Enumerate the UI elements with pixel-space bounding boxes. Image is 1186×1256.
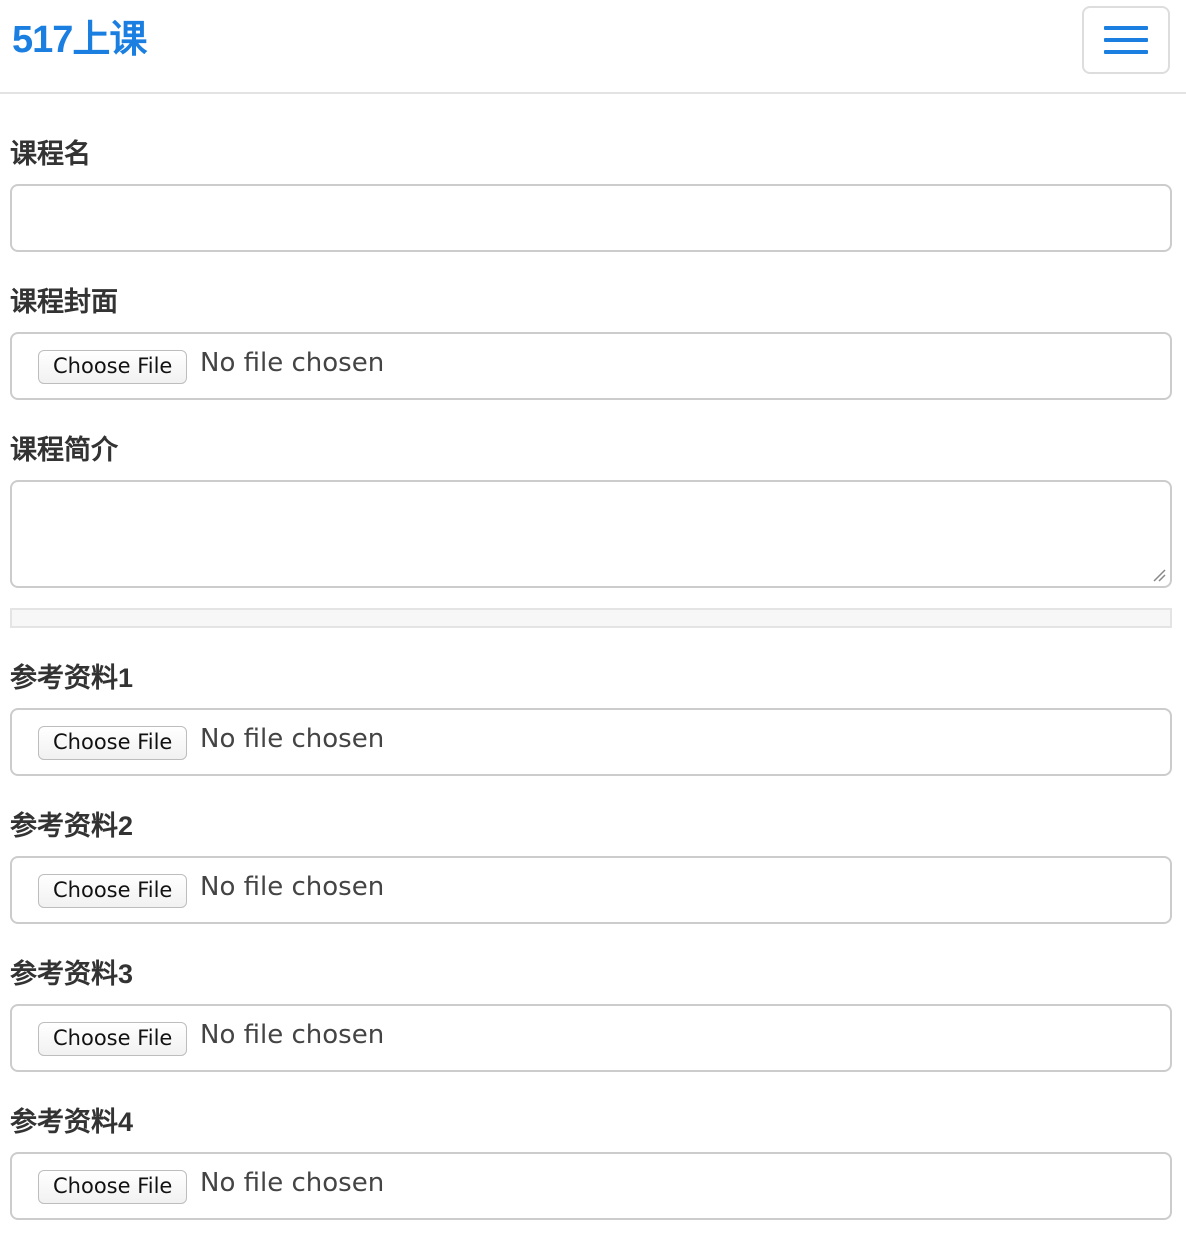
- reference-4-file-status: No file chosen: [200, 1168, 385, 1198]
- resize-grip-icon[interactable]: [1152, 568, 1166, 582]
- reference-3-choose-file-button[interactable]: Choose File: [38, 1022, 188, 1056]
- menu-toggle-button[interactable]: [1082, 6, 1170, 74]
- course-name-label: 课程名: [10, 139, 91, 169]
- reference-3-label: 参考资料3: [10, 959, 134, 989]
- reference-1-label: 参考资料1: [10, 663, 134, 693]
- course-cover-file-input[interactable]: Choose File No file chosen: [10, 332, 1172, 400]
- reference-2-file-status: No file chosen: [200, 872, 385, 902]
- upload-progress-bar: [10, 608, 1172, 628]
- course-cover-file-status: No file chosen: [200, 348, 385, 378]
- brand-logo[interactable]: 517上课: [12, 14, 147, 66]
- course-intro-textarea[interactable]: [10, 480, 1172, 588]
- course-cover-choose-file-button[interactable]: Choose File: [38, 350, 188, 384]
- reference-4-choose-file-button[interactable]: Choose File: [38, 1170, 188, 1204]
- reference-4-file-input[interactable]: Choose File No file chosen: [10, 1152, 1172, 1220]
- navbar: 517上课: [0, 0, 1186, 94]
- reference-2-choose-file-button[interactable]: Choose File: [38, 874, 188, 908]
- reference-3-file-status: No file chosen: [200, 1020, 385, 1050]
- reference-1-choose-file-button[interactable]: Choose File: [38, 726, 188, 760]
- reference-2-file-input[interactable]: Choose File No file chosen: [10, 856, 1172, 924]
- reference-3-file-input[interactable]: Choose File No file chosen: [10, 1004, 1172, 1072]
- hamburger-menu-icon: [1104, 26, 1148, 54]
- reference-1-file-status: No file chosen: [200, 724, 385, 754]
- course-name-input[interactable]: [10, 184, 1172, 252]
- course-intro-label: 课程简介: [10, 435, 118, 465]
- reference-1-file-input[interactable]: Choose File No file chosen: [10, 708, 1172, 776]
- reference-4-label: 参考资料4: [10, 1107, 134, 1137]
- course-cover-label: 课程封面: [10, 287, 118, 317]
- reference-2-label: 参考资料2: [10, 811, 134, 841]
